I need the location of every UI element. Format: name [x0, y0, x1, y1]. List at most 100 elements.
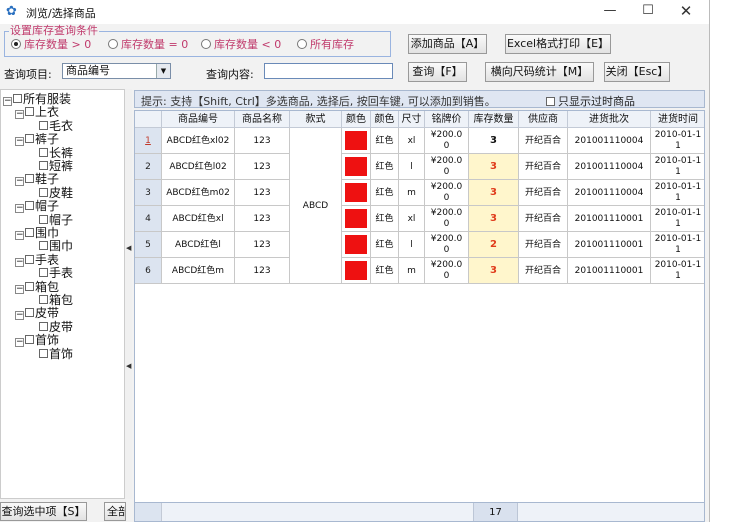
tree-checkbox[interactable] — [25, 308, 34, 318]
radio-stock-all[interactable]: 所有库存 — [297, 38, 354, 52]
tree-node[interactable]: − 首饰 — [15, 334, 59, 348]
close-button[interactable]: 关闭【Esc】 — [604, 62, 670, 82]
tree-node[interactable]: − 帽子 — [15, 200, 59, 214]
header-size[interactable]: 尺寸 — [399, 111, 425, 128]
tree-node[interactable]: 首饰 — [39, 347, 73, 361]
cell-time[interactable]: 2010-01-1 1 — [651, 180, 704, 206]
header-color-swatch[interactable]: 颜色 — [342, 111, 371, 128]
radio-stock-positive[interactable]: 库存数量 > 0 — [11, 38, 91, 52]
add-goods-button[interactable]: 添加商品【A】 — [408, 34, 487, 54]
cell-idx[interactable]: 4 — [135, 206, 162, 232]
tree-checkbox[interactable] — [39, 268, 48, 278]
collapse-icon[interactable]: − — [3, 97, 12, 106]
collapse-icon[interactable]: − — [15, 110, 24, 120]
tree-node[interactable]: 长裤 — [39, 146, 73, 160]
cell-supplier[interactable]: 开纪百合 — [519, 232, 568, 258]
header-price[interactable]: 铭牌价 — [425, 111, 469, 128]
query-selected-button[interactable]: 查询选中项【S】 — [0, 502, 87, 521]
minimize-button[interactable]: — — [590, 0, 630, 24]
cell-color[interactable]: 红色 — [371, 206, 399, 232]
category-tree[interactable]: − 所有服装 − 上衣 毛衣 − 裤子 长裤 短裤 − 鞋子 皮鞋 − 帽子 帽子 − 围巾 围巾 − 手表 手表 − 箱包… — [0, 89, 125, 499]
tree-checkbox[interactable] — [39, 161, 48, 170]
cell-idx[interactable]: 2 — [135, 154, 162, 180]
cell-code[interactable]: ABCD红色m02 — [162, 180, 235, 206]
tree-checkbox[interactable] — [25, 201, 34, 211]
tree-node[interactable]: 箱包 — [39, 294, 73, 307]
cell-batch[interactable]: 201001110004 — [568, 180, 651, 206]
header-name[interactable]: 商品名称 — [235, 111, 290, 128]
tree-node[interactable]: 围巾 — [39, 240, 73, 253]
cell-price[interactable]: ¥200.0 0 — [425, 128, 469, 154]
tree-checkbox[interactable] — [39, 187, 48, 197]
cell-time[interactable]: 2010-01-1 1 — [651, 258, 704, 284]
tree-node[interactable]: − 上衣 — [15, 106, 59, 120]
collapse-left-icon[interactable]: ◀ — [126, 244, 131, 252]
cell-color[interactable]: 红色 — [371, 154, 399, 180]
cell-size[interactable]: m — [399, 258, 425, 284]
cell-batch[interactable]: 201001110004 — [568, 128, 651, 154]
cell-code[interactable]: ABCD红色l02 — [162, 154, 235, 180]
goods-table[interactable]: ABCD 17 商品编号 商品名称 款式 颜色 颜色 尺寸 铭牌价 库存数量 供应商 进货批次 进货… — [134, 110, 705, 522]
cell-name[interactable]: 123 — [235, 180, 290, 206]
tree-splitter[interactable] — [125, 89, 132, 499]
cell-price[interactable]: ¥200.0 0 — [425, 180, 469, 206]
cell-name[interactable]: 123 — [235, 258, 290, 284]
cell-price[interactable]: ¥200.0 0 — [425, 154, 469, 180]
tree-checkbox[interactable] — [25, 335, 34, 345]
cell-name[interactable]: 123 — [235, 206, 290, 232]
cell-size[interactable]: l — [399, 232, 425, 258]
header-code[interactable]: 商品编号 — [162, 111, 235, 128]
tree-node[interactable]: 皮鞋 — [39, 186, 73, 200]
query-content-input[interactable] — [264, 63, 393, 79]
cell-supplier[interactable]: 开纪百合 — [519, 206, 568, 232]
cell-color[interactable]: 红色 — [371, 232, 399, 258]
tree-node[interactable]: − 手表 — [15, 253, 59, 267]
radio-stock-zero[interactable]: 库存数量 = 0 — [108, 38, 188, 52]
cell-price[interactable]: ¥200.0 0 — [425, 206, 469, 232]
header-supplier[interactable]: 供应商 — [519, 111, 568, 128]
header-stock[interactable]: 库存数量 — [469, 111, 519, 128]
tree-checkbox[interactable] — [39, 321, 48, 331]
tree-checkbox[interactable] — [25, 107, 34, 117]
style-cell-merged[interactable]: ABCD — [290, 128, 342, 284]
cell-price[interactable]: ¥200.0 0 — [425, 232, 469, 258]
collapse-icon[interactable]: − — [15, 177, 24, 187]
collapse-icon[interactable]: − — [15, 137, 24, 147]
tree-checkbox[interactable] — [39, 295, 48, 304]
tree-checkbox[interactable] — [39, 147, 48, 157]
collapse-icon[interactable]: − — [15, 338, 24, 348]
cell-color[interactable]: 红色 — [371, 128, 399, 154]
cell-stock[interactable]: 3 — [469, 258, 519, 284]
cell-batch[interactable]: 201001110001 — [568, 206, 651, 232]
color-swatch[interactable] — [342, 206, 371, 232]
collapse-icon[interactable]: − — [15, 284, 24, 294]
cell-idx[interactable]: 5 — [135, 232, 162, 258]
cell-size[interactable]: l — [399, 154, 425, 180]
tree-checkbox[interactable] — [25, 228, 34, 237]
collapse-icon[interactable]: − — [15, 204, 24, 214]
header-batch[interactable]: 进货批次 — [568, 111, 651, 128]
header-index[interactable] — [135, 111, 162, 128]
collapse-icon[interactable]: − — [15, 257, 24, 267]
cell-time[interactable]: 2010-01-1 1 — [651, 232, 704, 258]
tree-node[interactable]: − 围巾 — [15, 227, 59, 240]
color-swatch[interactable] — [342, 232, 371, 258]
tree-checkbox[interactable] — [25, 254, 34, 264]
collapse-icon[interactable]: − — [15, 311, 24, 321]
collapse-left-icon[interactable]: ◀ — [126, 362, 131, 370]
maximize-button[interactable]: ☐ — [628, 0, 668, 24]
header-time[interactable]: 进货时间 — [651, 111, 704, 128]
tree-node[interactable]: − 皮带 — [15, 307, 59, 321]
tree-checkbox[interactable] — [25, 134, 34, 144]
cell-batch[interactable]: 201001110001 — [568, 232, 651, 258]
tree-node[interactable]: − 裤子 — [15, 133, 59, 147]
tree-node[interactable]: 手表 — [39, 267, 73, 280]
cell-time[interactable]: 2010-01-1 1 — [651, 154, 704, 180]
tree-checkbox[interactable] — [39, 241, 48, 251]
tree-checkbox[interactable] — [39, 214, 48, 224]
cell-price[interactable]: ¥200.0 0 — [425, 258, 469, 284]
color-swatch[interactable] — [342, 154, 371, 180]
cell-supplier[interactable]: 开纪百合 — [519, 154, 568, 180]
tree-checkbox[interactable] — [25, 281, 34, 291]
tree-node[interactable]: − 箱包 — [15, 280, 59, 294]
